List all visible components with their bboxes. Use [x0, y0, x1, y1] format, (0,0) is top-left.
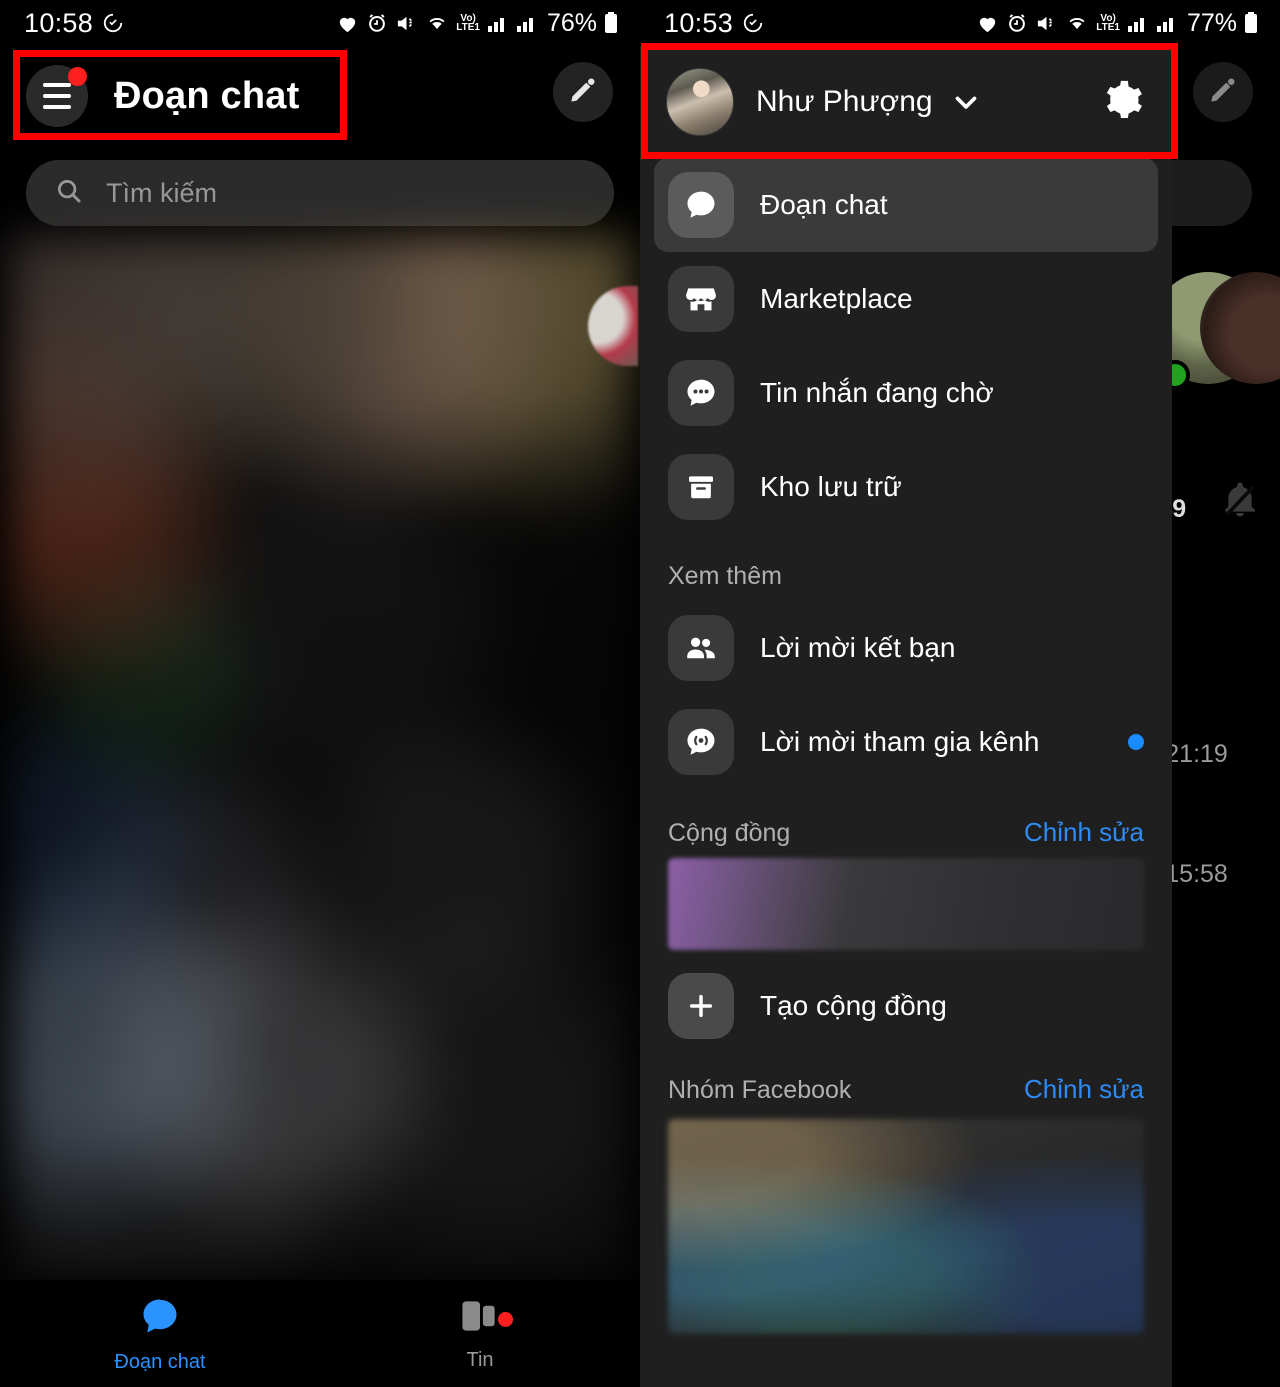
- nav-tab-stories-label: Tin: [466, 1348, 494, 1371]
- mute-bell-icon: [1220, 480, 1260, 525]
- chat-bubble-icon: [668, 172, 734, 238]
- facebook-group-section-header: Nhóm Facebook Chỉnh sửa: [640, 1074, 1172, 1105]
- search-placeholder: Tìm kiếm: [106, 177, 217, 208]
- gear-icon: [1100, 78, 1144, 127]
- status-bar-left-group: 10:53: [664, 8, 764, 39]
- status-time: 10:53: [664, 7, 734, 38]
- pencil-icon: [1208, 75, 1238, 110]
- status-bar-right-group: Vo) LTE1 76%: [336, 9, 618, 38]
- navigation-drawer: Như Phượng Đoạn chat Marketplace Tin nhắ…: [640, 46, 1172, 1387]
- heart-icon: [336, 12, 359, 35]
- new-message-button[interactable]: [553, 62, 613, 122]
- create-community-label: Tạo cộng đồng: [760, 990, 947, 1021]
- edit-groups-link[interactable]: Chỉnh sửa: [1024, 1074, 1144, 1105]
- page-title: Đoạn chat: [114, 74, 300, 117]
- create-community-button[interactable]: Tạo cộng đồng: [640, 950, 1172, 1046]
- status-bar-right: 10:53 Vo) LTE1 77%: [640, 0, 1280, 46]
- wifi-icon: [425, 12, 449, 34]
- battery-percent: 76%: [546, 8, 597, 37]
- alarm-icon: [1006, 12, 1028, 34]
- storefront-icon: [668, 266, 734, 332]
- drawer-item-label: Kho lưu trữ: [760, 471, 902, 502]
- more-section-header: Xem thêm: [640, 562, 1172, 591]
- battery-percent: 77%: [1186, 8, 1237, 37]
- chat-list-blurred[interactable]: [10, 236, 630, 1280]
- menu-notification-badge: [68, 67, 87, 86]
- drawer-primary-menu: Đoạn chat Marketplace Tin nhắn đang chờ: [640, 158, 1172, 534]
- facebook-group-card-blurred[interactable]: [668, 1119, 1144, 1334]
- left-phone-screen: 10:58 Vo) LTE1 76% Đoạn chat Tìm kiếm Đo…: [0, 0, 640, 1387]
- status-time: 10:58: [24, 7, 94, 38]
- signal-bars-icon: [1156, 13, 1178, 33]
- unread-dot-badge: [1128, 734, 1144, 750]
- drawer-item-label: Đoạn chat: [760, 189, 888, 220]
- wifi-icon: [1065, 12, 1089, 34]
- status-bar-left: 10:58 Vo) LTE1 76%: [0, 0, 640, 46]
- channel-invite-icon: [668, 709, 734, 775]
- drawer-item-chats[interactable]: Đoạn chat: [654, 158, 1158, 252]
- mute-vibrate-icon: [395, 12, 418, 35]
- settings-button[interactable]: [1100, 78, 1144, 127]
- heart-icon: [976, 12, 999, 35]
- stories-notification-badge: [498, 1311, 513, 1327]
- signal-bars-icon: [487, 13, 509, 33]
- drawer-item-label: Tin nhắn đang chờ: [760, 377, 994, 408]
- bottom-navigation: Đoạn chat Tin: [0, 1280, 640, 1387]
- sync-icon: [102, 12, 124, 34]
- signal-bars-icon: [1127, 13, 1149, 33]
- status-bar-right-group: Vo) LTE1 77%: [976, 9, 1258, 38]
- nav-tab-chats[interactable]: Đoạn chat: [0, 1294, 320, 1374]
- profile-name: Như Phượng: [756, 85, 933, 118]
- battery-icon: [1244, 11, 1258, 35]
- people-icon: [668, 615, 734, 681]
- edit-communities-link[interactable]: Chỉnh sửa: [1024, 817, 1144, 848]
- chat-bubble-icon: [138, 1294, 182, 1343]
- pencil-icon: [568, 75, 598, 110]
- community-section-header: Cộng đồng Chỉnh sửa: [640, 817, 1172, 848]
- message-pending-icon: [668, 360, 734, 426]
- search-input[interactable]: Tìm kiếm: [26, 160, 614, 226]
- status-bar-left-group: 10:58: [24, 8, 124, 39]
- sync-icon: [742, 12, 764, 34]
- screenshot-stage: 10:58 Vo) LTE1 76% Đoạn chat Tìm kiếm Đo…: [0, 0, 1280, 1387]
- section-title: Nhóm Facebook: [668, 1076, 852, 1104]
- hamburger-menu-button[interactable]: [26, 65, 88, 127]
- drawer-item-friend-requests[interactable]: Lời mời kết bạn: [654, 601, 1158, 695]
- drawer-item-label: Marketplace: [760, 283, 913, 314]
- new-message-button[interactable]: [1193, 62, 1253, 122]
- volte-icon: Vo) LTE1: [1096, 12, 1120, 33]
- mute-vibrate-icon: [1035, 12, 1058, 35]
- profile-row[interactable]: Như Phượng: [640, 46, 1172, 158]
- section-title: Xem thêm: [668, 562, 782, 590]
- chevron-down-icon[interactable]: [949, 85, 983, 119]
- archive-box-icon: [668, 454, 734, 520]
- drawer-more-menu: Lời mời kết bạn Lời mời tham gia kênh: [640, 601, 1172, 789]
- drawer-item-marketplace[interactable]: Marketplace: [654, 252, 1158, 346]
- drawer-item-channel-invites[interactable]: Lời mời tham gia kênh: [654, 695, 1158, 789]
- battery-icon: [604, 11, 618, 35]
- nav-tab-stories[interactable]: Tin: [320, 1296, 640, 1372]
- drawer-item-message-requests[interactable]: Tin nhắn đang chờ: [654, 346, 1158, 440]
- nav-tab-chats-label: Đoạn chat: [114, 1350, 206, 1373]
- left-app-header: Đoạn chat: [0, 52, 640, 140]
- stories-icon: [458, 1296, 502, 1341]
- search-icon: [54, 176, 84, 211]
- drawer-item-label: Lời mời tham gia kênh: [760, 726, 1040, 757]
- community-card-blurred[interactable]: [668, 858, 1144, 950]
- alarm-icon: [366, 12, 388, 34]
- section-title: Cộng đồng: [668, 819, 791, 847]
- right-phone-screen: :49 · 21:19 · 15:58 10:53: [640, 0, 1280, 1387]
- plus-icon: [668, 973, 734, 1039]
- avatar[interactable]: [666, 68, 734, 136]
- volte-icon: Vo) LTE1: [456, 12, 480, 33]
- drawer-item-label: Lời mời kết bạn: [760, 632, 956, 663]
- drawer-item-archive[interactable]: Kho lưu trữ: [654, 440, 1158, 534]
- signal-bars-icon: [516, 13, 538, 33]
